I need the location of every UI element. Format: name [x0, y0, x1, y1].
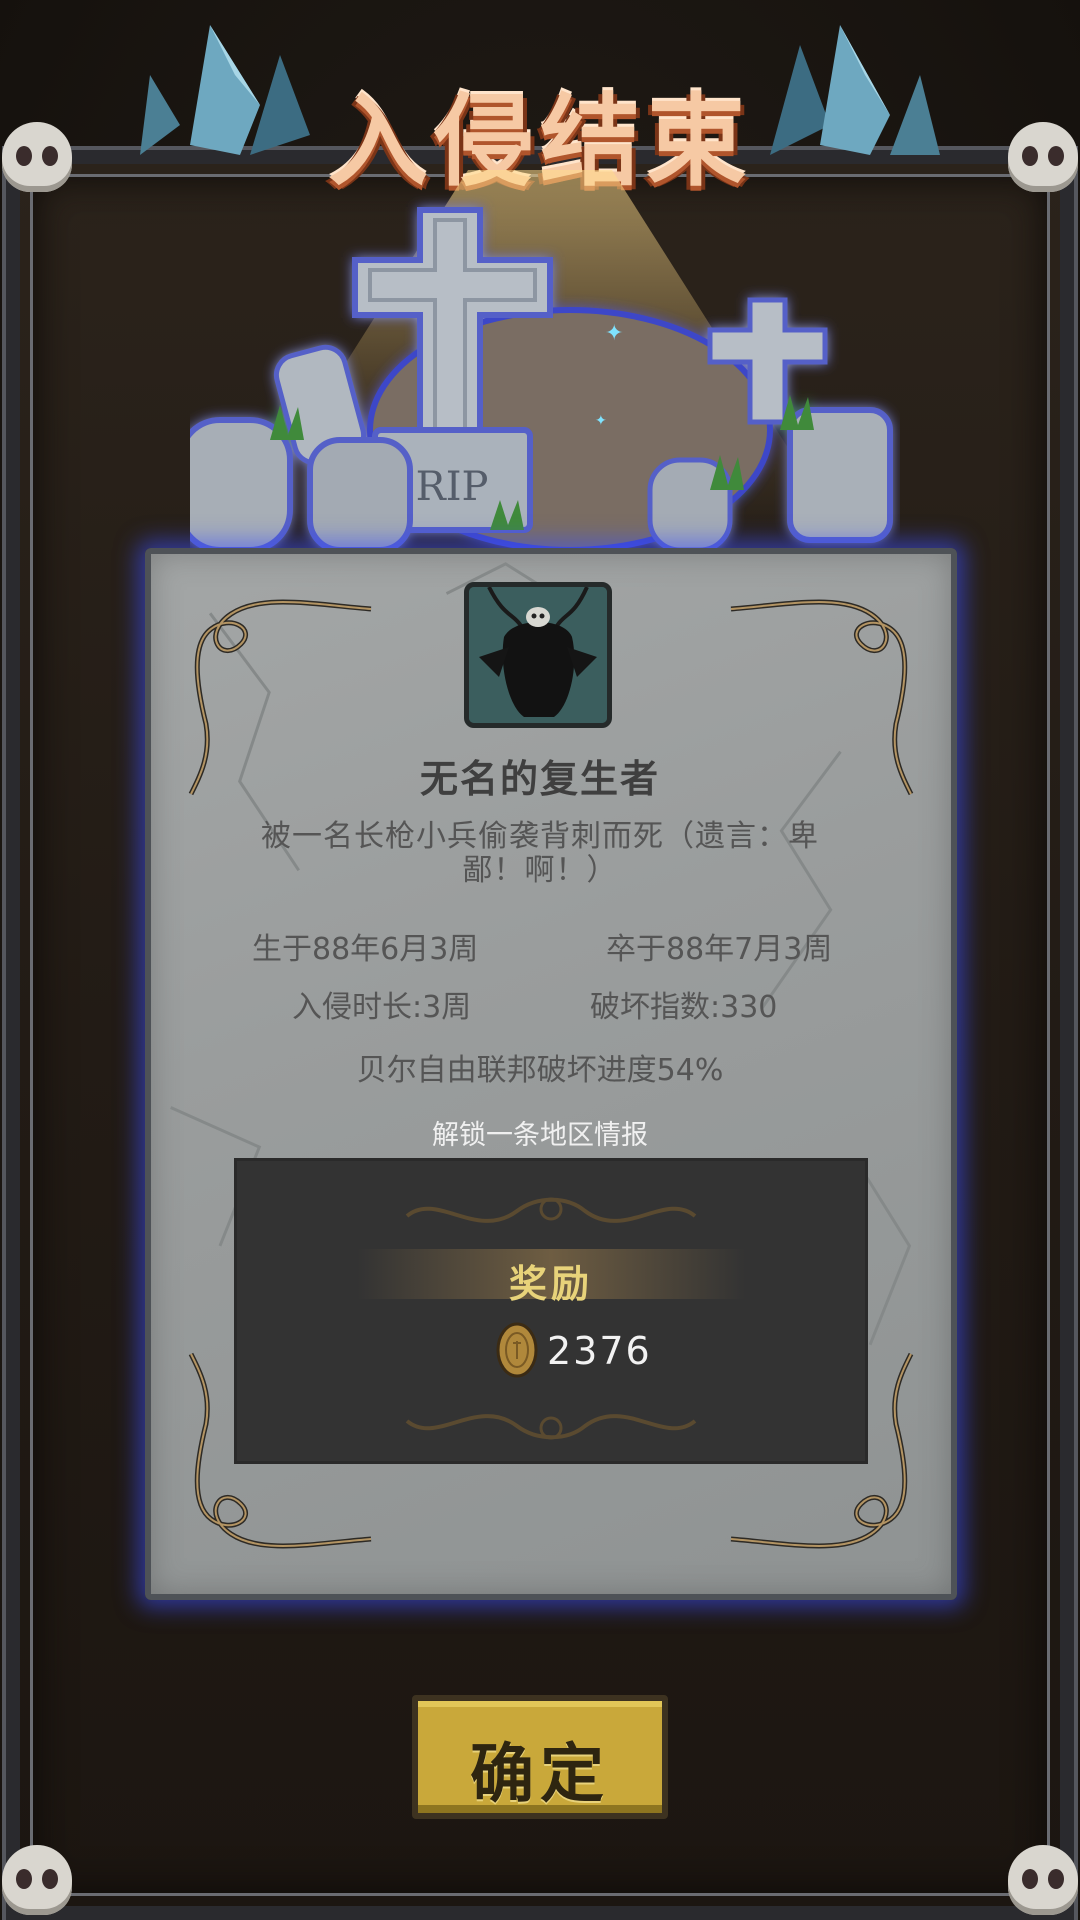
- skull-ornament-bottom-left: [2, 1845, 72, 1915]
- destruction-index: 破坏指数:330: [590, 990, 778, 1025]
- title-banner: 入侵结束: [130, 15, 950, 200]
- unlock-notice: 解锁一条地区情报: [432, 1120, 648, 1151]
- skull-ornament-bottom-right: [1008, 1845, 1078, 1915]
- confirm-button-label: 确定: [470, 1738, 610, 1812]
- reward-flourish-bottom: [405, 1414, 697, 1440]
- confirm-button[interactable]: 确定: [412, 1695, 668, 1819]
- birth-date: 生于88年6月3周: [252, 932, 479, 967]
- gold-coin-icon: [496, 1322, 538, 1378]
- character-name: 无名的复生者: [419, 757, 660, 801]
- skull-ornament-top-right: [1008, 122, 1078, 192]
- death-date: 卒于88年7月3周: [606, 932, 833, 967]
- graveyard-illustration: RIP ✦ ✦: [190, 207, 893, 553]
- reward-flourish-top: [405, 1197, 697, 1223]
- revenant-avatar-icon: [469, 587, 607, 723]
- destruction-progress: 贝尔自由联邦破坏进度54%: [356, 1053, 724, 1088]
- svg-text:✦: ✦: [605, 321, 623, 346]
- svg-text:RIP: RIP: [416, 464, 489, 510]
- cause-of-death: 被一名长枪小兵偷袭背刺而死（遗言：卑鄙！啊！）: [261, 819, 819, 888]
- reward-amount: 2376: [547, 1329, 652, 1373]
- skull-ornament-top-left: [2, 122, 72, 192]
- svg-text:✦: ✦: [595, 413, 607, 429]
- invasion-duration: 入侵时长:3周: [292, 990, 472, 1025]
- character-portrait: [464, 582, 612, 728]
- reward-box: 奖励 2376: [234, 1158, 868, 1464]
- reward-label: 奖励: [508, 1262, 593, 1306]
